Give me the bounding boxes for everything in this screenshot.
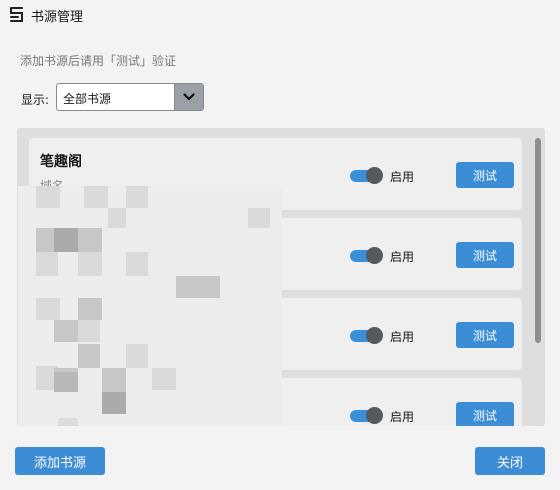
book-source-icon	[10, 7, 23, 22]
list-scrollbar[interactable]	[534, 138, 542, 418]
test-button[interactable]: 测试	[456, 402, 514, 426]
enable-label: 启用	[390, 250, 415, 264]
test-button[interactable]: 测试	[456, 162, 514, 188]
enable-label: 启用	[390, 410, 415, 424]
filter-label: 显示:	[21, 93, 50, 107]
filter-selected-value: 全部书源	[63, 92, 112, 106]
scrollbar-thumb[interactable]	[535, 138, 541, 343]
source-name: 笔趣阁	[40, 154, 82, 170]
enable-toggle[interactable]	[350, 327, 384, 344]
title-bar: 书源管理	[0, 0, 560, 30]
enable-label: 启用	[390, 330, 415, 344]
enable-label: 启用	[390, 170, 415, 184]
pixelated-mosaic	[18, 186, 282, 426]
add-source-button[interactable]: 添加书源	[15, 447, 105, 475]
filter-dropdown-button[interactable]	[174, 84, 203, 110]
filter-select[interactable]: 全部书源	[56, 83, 204, 111]
hint-text: 添加书源后请用「测试」验证	[20, 54, 177, 68]
enable-toggle[interactable]	[350, 167, 384, 184]
test-button[interactable]: 测试	[456, 322, 514, 348]
close-button[interactable]: 关闭	[475, 447, 545, 475]
enable-toggle[interactable]	[350, 407, 384, 424]
chevron-down-icon	[183, 93, 195, 101]
enable-toggle[interactable]	[350, 247, 384, 264]
test-button[interactable]: 测试	[456, 242, 514, 268]
window-title: 书源管理	[31, 10, 84, 25]
